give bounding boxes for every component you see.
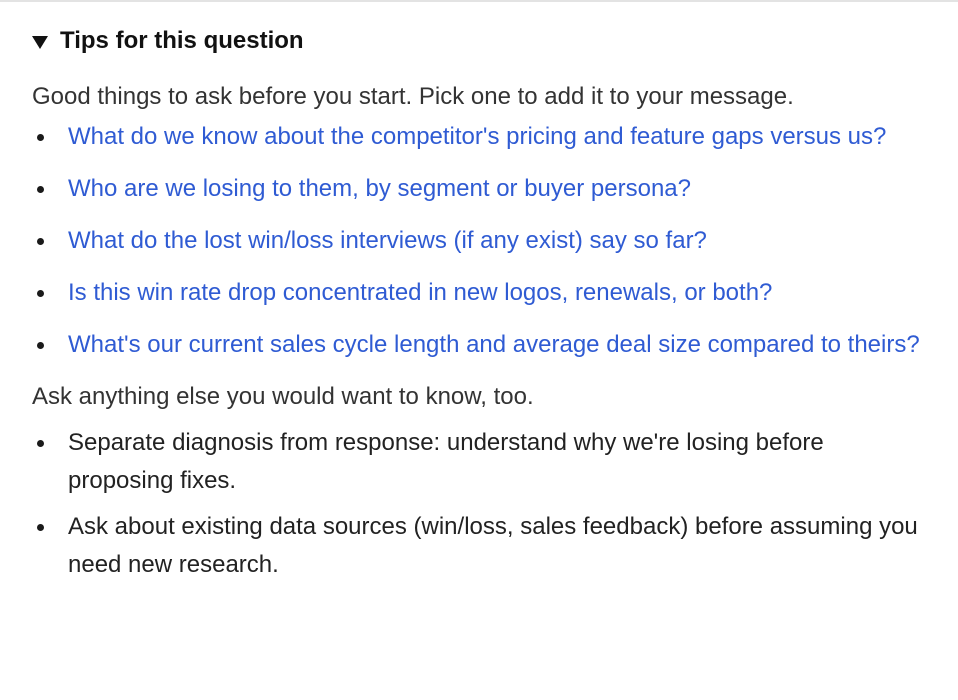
list-item: What's our current sales cycle length an… (32, 326, 932, 364)
list-item: Who are we losing to them, by segment or… (32, 170, 932, 208)
advice-text: Separate diagnosis from response: unders… (68, 429, 824, 494)
list-item: What do the lost win/loss interviews (if… (32, 222, 932, 260)
disclosure-triangle-icon (32, 35, 48, 49)
suggestion-link[interactable]: What do we know about the competitor's p… (68, 123, 886, 150)
bullet-icon (37, 342, 44, 349)
bullet-icon (37, 186, 44, 193)
suggestion-link[interactable]: Is this win rate drop concentrated in ne… (68, 279, 772, 306)
bullet-icon (37, 524, 44, 531)
suggestion-link[interactable]: Who are we losing to them, by segment or… (68, 175, 691, 202)
suggestion-link[interactable]: What do the lost win/loss interviews (if… (68, 227, 707, 254)
bullet-icon (37, 134, 44, 141)
tips-toggle[interactable]: Tips for this question (32, 24, 932, 58)
top-divider (0, 0, 958, 2)
bullet-icon (37, 440, 44, 447)
tips-panel: Tips for this question Good things to as… (32, 24, 932, 592)
list-item: Separate diagnosis from response: unders… (32, 424, 932, 500)
tips-outro: Ask anything else you would want to know… (32, 383, 534, 410)
advice-text: Ask about existing data sources (win/los… (68, 513, 918, 578)
suggestion-list: What do we know about the competitor's p… (32, 118, 932, 364)
bullet-icon (37, 290, 44, 297)
suggestion-link[interactable]: What's our current sales cycle length an… (68, 331, 920, 358)
list-item: Is this win rate drop concentrated in ne… (32, 274, 932, 312)
tips-intro: Good things to ask before you start. Pic… (32, 83, 794, 110)
list-item: Ask about existing data sources (win/los… (32, 508, 932, 584)
list-item: What do we know about the competitor's p… (32, 118, 932, 156)
bullet-icon (37, 238, 44, 245)
tips-title: Tips for this question (60, 27, 304, 54)
advice-list: Separate diagnosis from response: unders… (32, 424, 932, 584)
